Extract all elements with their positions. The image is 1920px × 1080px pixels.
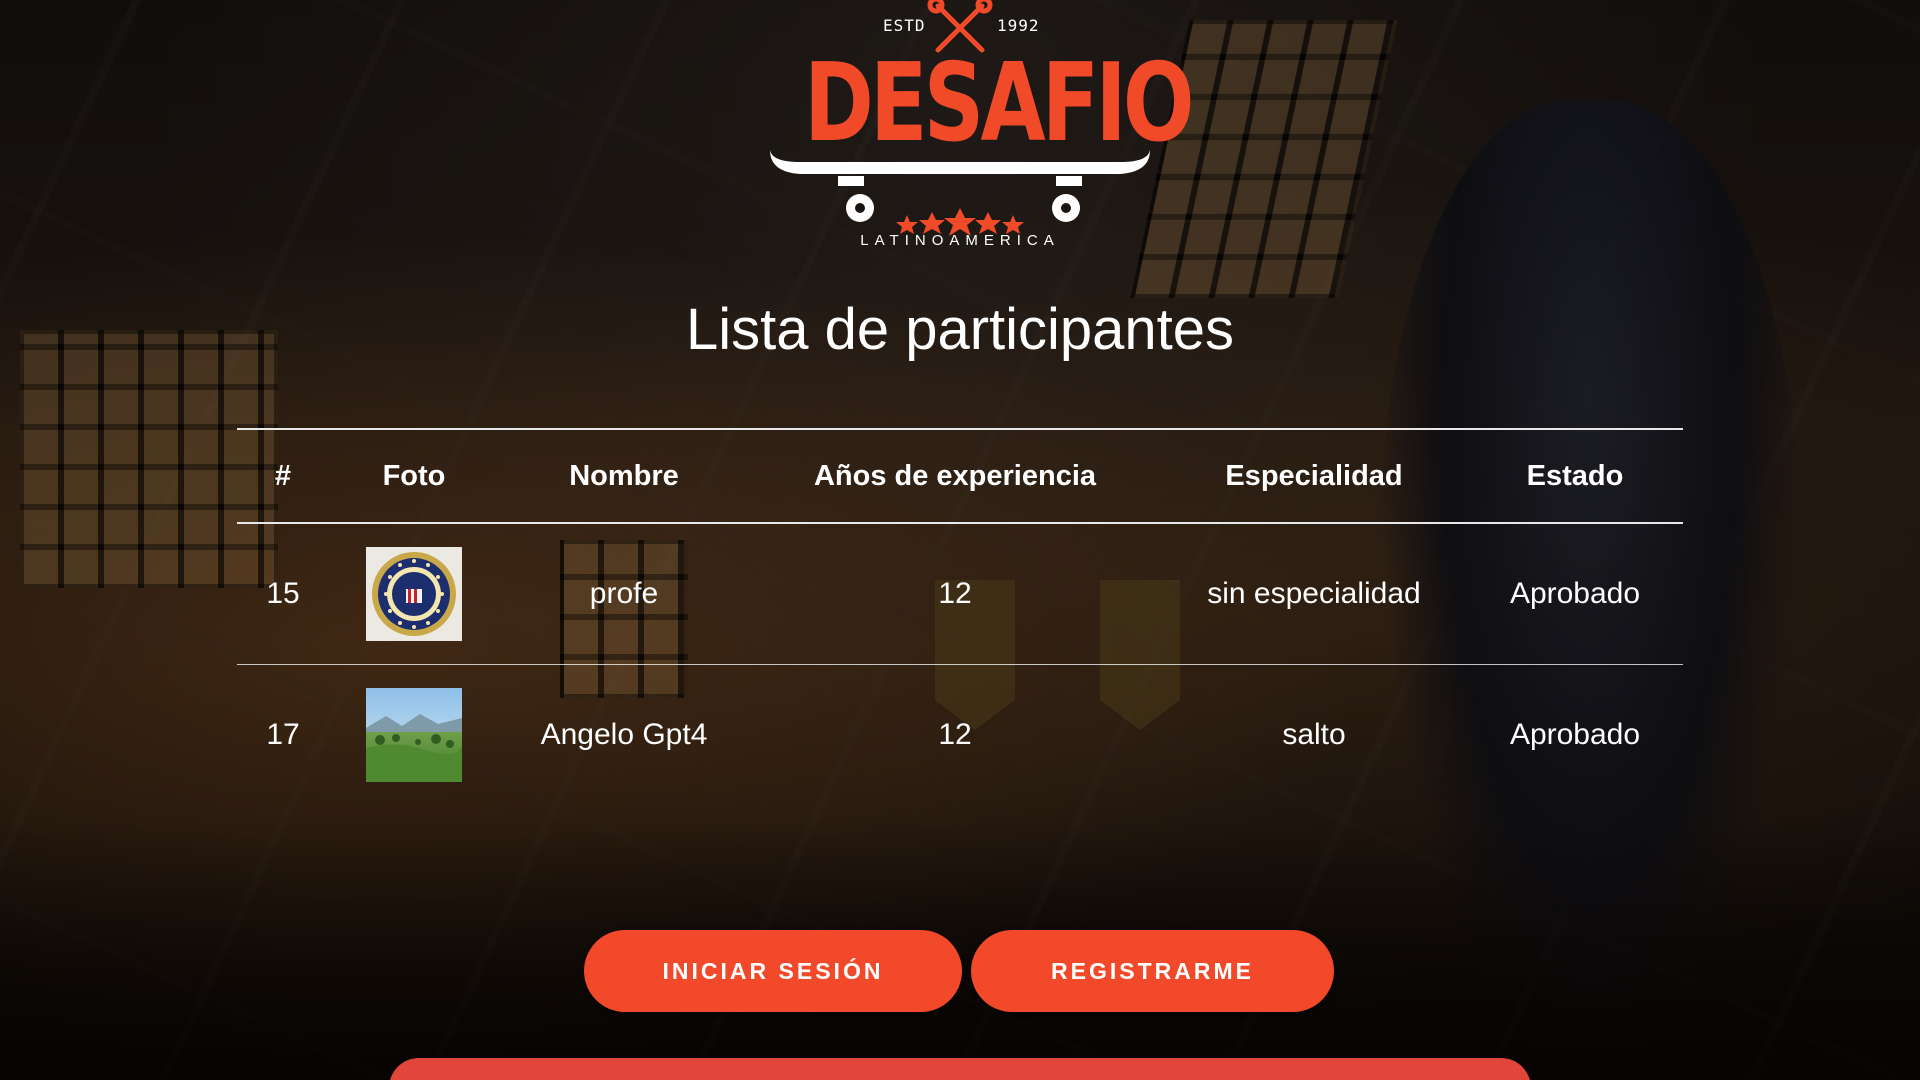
cell-name: Angelo Gpt4 <box>540 718 708 751</box>
cell-experience: 12 <box>938 577 972 610</box>
column-header-name: Nombre <box>569 459 679 492</box>
landscape-photo <box>366 688 462 782</box>
column-header-photo: Foto <box>382 459 446 492</box>
cell-name: profe <box>589 577 659 610</box>
participants-table: # Foto Nombre Años de experiencia Especi… <box>237 428 1683 805</box>
table-header-row: # Foto Nombre Años de experiencia Especi… <box>237 429 1683 523</box>
table-row: 15 profe 12 sin especialidad Aprobado <box>237 523 1683 665</box>
column-header-experience: Años de experiencia <box>813 459 1097 492</box>
cell-id: 17 <box>266 718 300 751</box>
column-header-status: Estado <box>1526 459 1624 492</box>
login-button[interactable]: INICIAR SESIÓN <box>584 930 962 1012</box>
register-button[interactable]: REGISTRARME <box>971 930 1334 1012</box>
logo-est-label: ESTD <box>883 16 926 35</box>
cell-id: 15 <box>266 577 300 610</box>
cell-specialty: salto <box>1282 718 1346 751</box>
logo-year-label: 1992 <box>997 16 1040 35</box>
cell-specialty: sin especialidad <box>1207 577 1421 610</box>
seal-photo <box>366 547 462 641</box>
bottom-button-partial[interactable] <box>389 1058 1531 1080</box>
brand-logo: ESTD 1992 DESAFIO LATINOAMERICA <box>760 0 1194 260</box>
logo-wordmark: DESAFIO <box>804 41 1194 166</box>
cell-status: Aprobado <box>1509 718 1641 751</box>
column-header-specialty: Especialidad <box>1225 459 1403 492</box>
table-row: 17 Angelo Gpt4 12 salto Aprobado <box>237 665 1683 806</box>
column-header-id: # <box>274 459 292 492</box>
logo-subtitle: LATINOAMERICA <box>860 232 1060 249</box>
cell-photo <box>329 523 499 665</box>
cell-photo <box>329 665 499 806</box>
page-title: Lista de participantes <box>685 297 1235 362</box>
cell-status: Aprobado <box>1509 577 1641 610</box>
page: ESTD 1992 DESAFIO LATINOAMERICA Lista de… <box>0 0 1920 1080</box>
cell-experience: 12 <box>938 718 972 751</box>
participants-table-container: # Foto Nombre Años de experiencia Especi… <box>237 428 1683 805</box>
